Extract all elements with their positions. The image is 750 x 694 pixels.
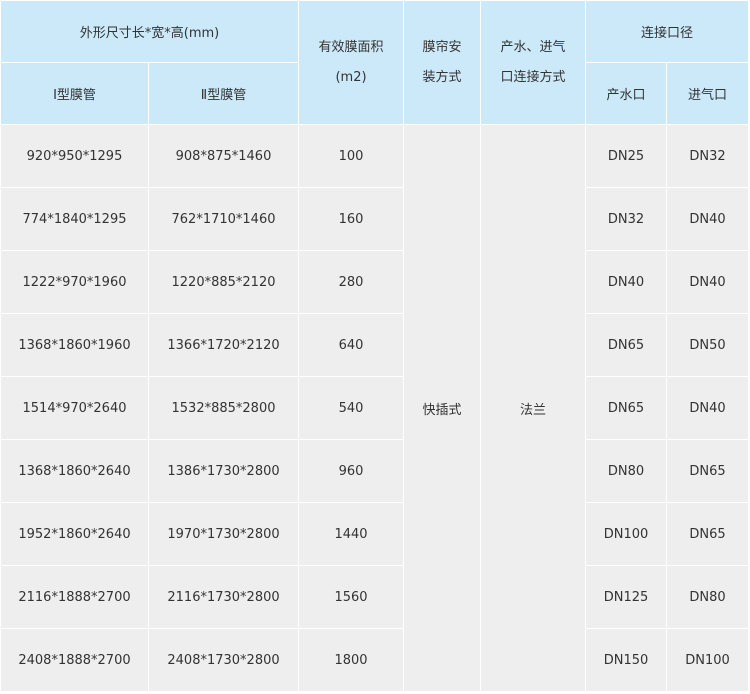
header-type2: Ⅱ型膜管 [147,62,300,125]
cell-outlet: DN100 [585,502,668,566]
cell-area: 960 [298,439,405,503]
cell-outlet: DN125 [585,565,668,629]
cell-inlet: DN40 [666,376,750,440]
cell-type1-dimensions: 774*1840*1295 [0,187,149,251]
table-row: 920*950*1295 908*875*1460 100 快插式 法兰 DN25 DN32 [0,124,750,692]
cell-type2-dimensions: 2116*1730*2800 [147,565,300,629]
cell-outlet: DN150 [585,628,668,692]
header-install: 膜帘安 装方式 [403,0,482,125]
table-row: 1222*970*1960 1220*885*2120 280 DN40 DN40 [0,250,750,314]
cell-outlet: DN65 [585,313,668,377]
cell-type1-dimensions: 2116*1888*2700 [0,565,149,629]
spec-table: 外形尺寸长*宽*高(mm) 有效膜面积 (m2) 膜帘安 装方式 产水、进气 口… [0,0,750,692]
cell-area: 100 [298,124,405,188]
header-inlet: 进气口 [666,62,750,125]
cell-inlet: DN32 [666,124,750,188]
header-install-line1: 膜帘安 [422,39,462,55]
header-connection: 产水、进气 口连接方式 [480,0,587,125]
cell-inlet: DN80 [666,565,750,629]
cell-type1-dimensions: 1514*970*2640 [0,376,149,440]
cell-area: 1440 [298,502,405,566]
cell-inlet: DN40 [666,250,750,314]
cell-type2-dimensions: 2408*1730*2800 [147,628,300,692]
cell-type2-dimensions: 1532*885*2800 [147,376,300,440]
header-install-line2: 装方式 [422,69,462,85]
cell-area: 160 [298,187,405,251]
header-port-size: 连接口径 [585,0,750,63]
cell-area: 540 [298,376,405,440]
table-row: 2408*1888*2700 2408*1730*2800 1800 DN150 DN1… [0,628,750,692]
header-dimensions: 外形尺寸长*宽*高(mm) [0,0,300,63]
header-type1: Ⅰ型膜管 [0,62,149,125]
table-row: 1368*1860*2640 1386*1730*2800 960 DN80 DN65 [0,439,750,503]
cell-type2-dimensions: 1220*885*2120 [147,250,300,314]
cell-type1-dimensions: 1952*1860*2640 [0,502,149,566]
header-area: 有效膜面积 (m2) [298,0,405,125]
header-connection-line1: 产水、进气 [500,39,566,55]
cell-install-method: 快插式 [403,124,482,692]
cell-inlet: DN100 [666,628,750,692]
table-row: 774*1840*1295 762*1710*1460 160 DN32 DN40 [0,187,750,251]
table-row: 1952*1860*2640 1970*1730*2800 1440 DN100 DN6… [0,502,750,566]
cell-inlet: DN65 [666,439,750,503]
header-outlet: 产水口 [585,62,668,125]
cell-type2-dimensions: 762*1710*1460 [147,187,300,251]
cell-outlet: DN32 [585,187,668,251]
header-connection-line2: 口连接方式 [500,69,566,85]
cell-type1-dimensions: 920*950*1295 [0,124,149,188]
cell-area: 1800 [298,628,405,692]
cell-area: 1560 [298,565,405,629]
cell-area: 640 [298,313,405,377]
cell-inlet: DN50 [666,313,750,377]
cell-inlet: DN65 [666,502,750,566]
table-row: 1368*1860*1960 1366*1720*2120 640 DN65 DN50 [0,313,750,377]
table-header: 外形尺寸长*宽*高(mm) 有效膜面积 (m2) 膜帘安 装方式 产水、进气 口… [0,0,750,125]
cell-type1-dimensions: 2408*1888*2700 [0,628,149,692]
cell-inlet: DN40 [666,187,750,251]
cell-type2-dimensions: 1366*1720*2120 [147,313,300,377]
cell-type2-dimensions: 1386*1730*2800 [147,439,300,503]
cell-type2-dimensions: 1970*1730*2800 [147,502,300,566]
cell-type2-dimensions: 908*875*1460 [147,124,300,188]
cell-outlet: DN65 [585,376,668,440]
cell-area: 280 [298,250,405,314]
cell-type1-dimensions: 1368*1860*2640 [0,439,149,503]
cell-outlet: DN25 [585,124,668,188]
table-row: 2116*1888*2700 2116*1730*2800 1560 DN125 DN8… [0,565,750,629]
header-area-line1: 有效膜面积 [318,39,384,55]
cell-type1-dimensions: 1222*970*1960 [0,250,149,314]
table-body: 920*950*1295 908*875*1460 100 快插式 法兰 DN25 DN32… [0,124,750,692]
cell-outlet: DN40 [585,250,668,314]
cell-outlet: DN80 [585,439,668,503]
cell-connection-method: 法兰 [480,124,587,692]
table-row: 1514*970*2640 1532*885*2800 540 DN65 DN40 [0,376,750,440]
cell-type1-dimensions: 1368*1860*1960 [0,313,149,377]
header-area-line2: (m2) [335,69,367,85]
